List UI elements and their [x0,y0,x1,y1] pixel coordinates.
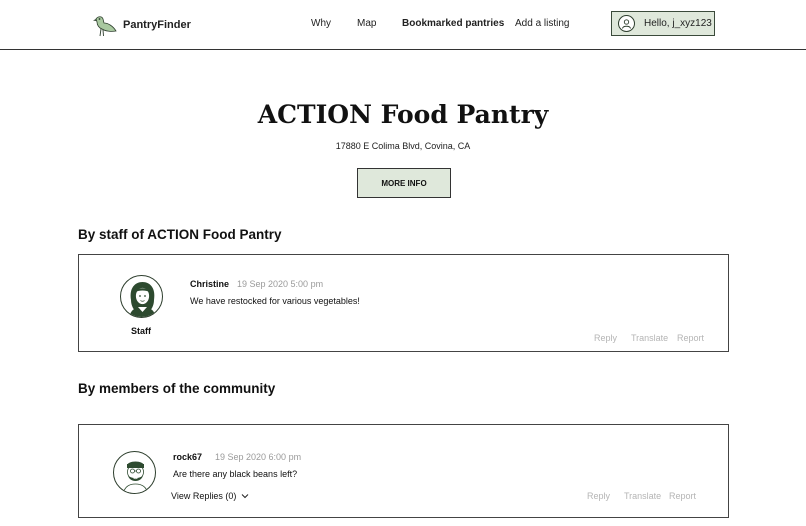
user-menu-button[interactable]: Hello, j_xyz123 [611,11,715,36]
staff-post-message: We have restocked for various vegetables… [190,296,360,306]
pantry-address: 17880 E Colima Blvd, Covina, CA [335,141,471,151]
brand-link[interactable]: PantryFinder [90,11,191,39]
community-post-card: rock67 19 Sep 2020 6:00 pm Are there any… [78,424,729,518]
staff-avatar-icon [120,275,163,318]
page-title: ACTION Food Pantry [257,100,549,129]
view-replies-button[interactable]: View Replies (0) [171,491,249,501]
chevron-down-icon [242,494,249,499]
staff-role-label: Staff [131,326,151,336]
community-post-author[interactable]: rock67 [173,452,202,462]
community-post-time: 19 Sep 2020 6:00 pm [215,452,302,462]
staff-section-title: By staff of ACTION Food Pantry [78,227,282,242]
community-translate-button[interactable]: Translate [624,491,661,501]
staff-post-author[interactable]: Christine [190,279,229,289]
brand-name: PantryFinder [123,19,191,31]
staff-post-time: 19 Sep 2020 5:00 pm [237,279,324,289]
nav-link-add-listing[interactable]: Add a listing [515,18,569,29]
nav-link-why[interactable]: Why [311,18,331,29]
community-reply-button[interactable]: Reply [587,491,610,501]
user-greeting: Hello, j_xyz123 [644,18,712,29]
staff-translate-button[interactable]: Translate [631,333,668,343]
community-post-message: Are there any black beans left? [173,469,298,479]
nav-link-map[interactable]: Map [357,18,376,29]
community-section-title: By members of the community [78,381,276,396]
view-replies-label: View Replies (0) [171,491,237,501]
top-nav: PantryFinder Why Map Bookmarked pantries… [0,0,806,50]
staff-reply-button[interactable]: Reply [594,333,617,343]
community-report-button[interactable]: Report [669,491,696,501]
user-avatar-icon [618,15,635,32]
bird-logo-icon [93,16,117,37]
staff-post-card: Staff Christine 19 Sep 2020 5:00 pm We h… [78,254,729,352]
more-info-button[interactable]: MORE INFO [357,168,451,198]
staff-report-button[interactable]: Report [677,333,704,343]
nav-link-bookmarked[interactable]: Bookmarked pantries [402,18,504,29]
member-avatar-icon [113,451,156,494]
